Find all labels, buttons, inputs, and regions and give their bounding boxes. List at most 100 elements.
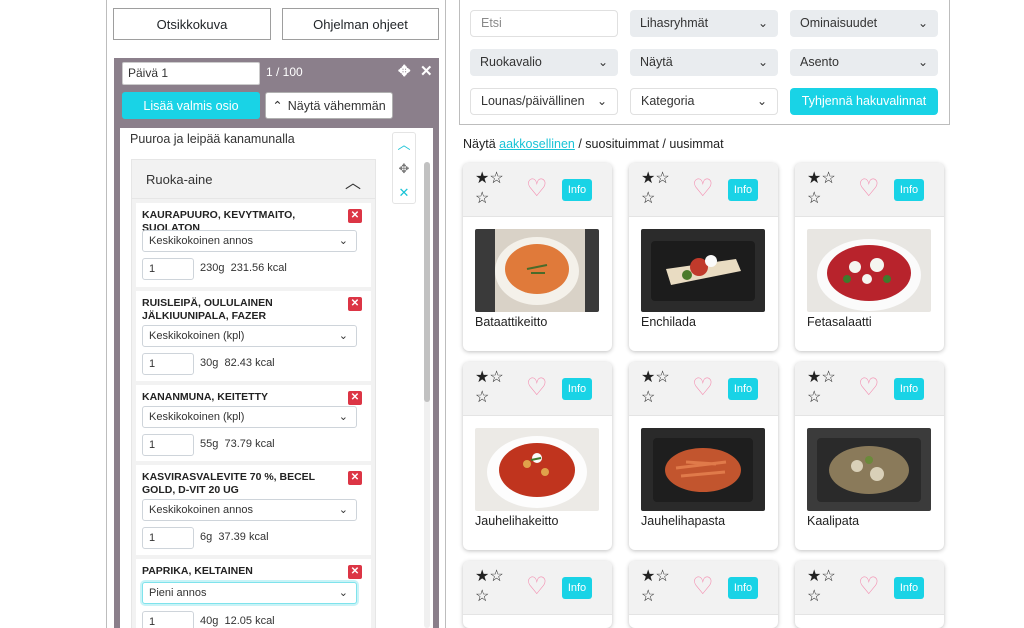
star-empty-icon[interactable]: ☆: [641, 389, 655, 406]
rating-stars[interactable]: ★☆ ☆: [641, 368, 681, 408]
star-filled-icon[interactable]: ★: [641, 369, 655, 386]
delete-icon[interactable]: ✕: [348, 471, 362, 485]
show-less-button[interactable]: ⌃ Näytä vähemmän: [265, 92, 393, 119]
recipe-card[interactable]: ★☆ ☆ ♡ Info Jauhelihapasta: [629, 362, 778, 550]
add-section-button[interactable]: Lisää valmis osio: [122, 92, 260, 119]
delete-icon[interactable]: ✕: [348, 297, 362, 311]
properties-select[interactable]: Ominaisuudet ⌄: [790, 10, 938, 37]
info-button[interactable]: Info: [894, 577, 924, 599]
star-empty-icon[interactable]: ☆: [475, 588, 489, 605]
star-empty-icon[interactable]: ☆: [655, 568, 669, 585]
star-empty-icon[interactable]: ☆: [821, 170, 835, 187]
star-empty-icon[interactable]: ☆: [821, 369, 835, 386]
heart-icon[interactable]: ♡: [692, 575, 714, 599]
star-filled-icon[interactable]: ★: [641, 170, 655, 187]
close-icon[interactable]: ✕: [393, 181, 415, 205]
info-button[interactable]: Info: [728, 179, 758, 201]
move-icon[interactable]: ✥: [398, 62, 411, 80]
recipe-card[interactable]: ★☆ ☆ ♡ Info Jauhelihakeitto: [463, 362, 612, 550]
star-empty-icon[interactable]: ☆: [821, 568, 835, 585]
star-filled-icon[interactable]: ★: [641, 568, 655, 585]
rating-stars[interactable]: ★☆ ☆: [807, 169, 847, 209]
info-button[interactable]: Info: [728, 577, 758, 599]
info-button[interactable]: Info: [894, 378, 924, 400]
star-empty-icon[interactable]: ☆: [807, 190, 821, 207]
recipe-card[interactable]: ★☆ ☆ ♡ Info: [463, 561, 612, 628]
info-button[interactable]: Info: [562, 378, 592, 400]
star-empty-icon[interactable]: ☆: [641, 588, 655, 605]
instructions-button[interactable]: Ohjelman ohjeet: [282, 8, 439, 40]
star-empty-icon[interactable]: ☆: [475, 389, 489, 406]
portion-select[interactable]: Pieni annos ⌄: [142, 582, 357, 604]
quantity-input[interactable]: 1: [142, 434, 194, 456]
diet-select[interactable]: Ruokavalio ⌄: [470, 49, 618, 76]
chevron-up-icon[interactable]: ︿: [393, 133, 415, 157]
star-empty-icon[interactable]: ☆: [655, 369, 669, 386]
rating-stars[interactable]: ★☆ ☆: [641, 169, 681, 209]
heart-icon[interactable]: ♡: [858, 177, 880, 201]
star-empty-icon[interactable]: ☆: [475, 190, 489, 207]
info-button[interactable]: Info: [894, 179, 924, 201]
star-filled-icon[interactable]: ★: [475, 170, 489, 187]
rating-stars[interactable]: ★☆ ☆: [807, 368, 847, 408]
quantity-input[interactable]: 1: [142, 258, 194, 280]
clear-filters-button[interactable]: Tyhjennä hakuvalinnat: [790, 88, 938, 115]
rating-stars[interactable]: ★☆ ☆: [475, 368, 515, 408]
rating-stars[interactable]: ★☆ ☆: [475, 567, 515, 607]
sort-other-options[interactable]: / suosituimmat / uusimmat: [575, 137, 723, 151]
day-name-input[interactable]: Päivä 1: [122, 62, 260, 85]
rating-stars[interactable]: ★☆ ☆: [475, 169, 515, 209]
star-empty-icon[interactable]: ☆: [489, 170, 503, 187]
info-button[interactable]: Info: [562, 577, 592, 599]
star-filled-icon[interactable]: ★: [807, 170, 821, 187]
recipe-card[interactable]: ★☆ ☆ ♡ Info: [629, 561, 778, 628]
heart-icon[interactable]: ♡: [692, 376, 714, 400]
portion-select[interactable]: Keskikokoinen annos ⌄: [142, 230, 357, 252]
scrollbar-thumb[interactable]: [424, 162, 430, 402]
portion-select[interactable]: Keskikokoinen (kpl) ⌄: [142, 406, 357, 428]
star-filled-icon[interactable]: ★: [807, 369, 821, 386]
info-button[interactable]: Info: [562, 179, 592, 201]
star-empty-icon[interactable]: ☆: [807, 588, 821, 605]
recipe-card[interactable]: ★☆ ☆ ♡ Info Enchilada: [629, 163, 778, 351]
delete-icon[interactable]: ✕: [348, 565, 362, 579]
portion-select[interactable]: Keskikokoinen (kpl) ⌄: [142, 325, 357, 347]
portion-select[interactable]: Keskikokoinen annos ⌄: [142, 499, 357, 521]
heart-icon[interactable]: ♡: [526, 376, 548, 400]
delete-icon[interactable]: ✕: [348, 391, 362, 405]
close-icon[interactable]: ✕: [420, 62, 433, 80]
rating-stars[interactable]: ★☆ ☆: [807, 567, 847, 607]
star-empty-icon[interactable]: ☆: [489, 369, 503, 386]
heart-icon[interactable]: ♡: [858, 575, 880, 599]
recipe-card[interactable]: ★☆ ☆ ♡ Info Fetasalaatti: [795, 163, 944, 351]
move-icon[interactable]: ✥: [393, 157, 415, 181]
scrollbar[interactable]: [424, 162, 430, 628]
recipe-card[interactable]: ★☆ ☆ ♡ Info Kaalipata: [795, 362, 944, 550]
position-select[interactable]: Asento ⌄: [790, 49, 938, 76]
recipe-card[interactable]: ★☆ ☆ ♡ Info Bataattikeitto: [463, 163, 612, 351]
muscle-group-select[interactable]: Lihasryhmät ⌄: [630, 10, 778, 37]
category-select[interactable]: Kategoria ⌄: [630, 88, 778, 115]
heart-icon[interactable]: ♡: [858, 376, 880, 400]
cover-image-button[interactable]: Otsikkokuva: [113, 8, 271, 40]
heart-icon[interactable]: ♡: [692, 177, 714, 201]
delete-icon[interactable]: ✕: [348, 209, 362, 223]
star-empty-icon[interactable]: ☆: [641, 190, 655, 207]
show-select[interactable]: Näytä ⌄: [630, 49, 778, 76]
heart-icon[interactable]: ♡: [526, 177, 548, 201]
quantity-input[interactable]: 1: [142, 353, 194, 375]
star-empty-icon[interactable]: ☆: [807, 389, 821, 406]
sort-alphabetical-link[interactable]: aakkosellinen: [499, 137, 575, 151]
star-empty-icon[interactable]: ☆: [655, 170, 669, 187]
meal-type-select[interactable]: Lounas/päivällinen ⌄: [470, 88, 618, 115]
quantity-input[interactable]: 1: [142, 611, 194, 628]
info-button[interactable]: Info: [728, 378, 758, 400]
star-filled-icon[interactable]: ★: [475, 369, 489, 386]
star-filled-icon[interactable]: ★: [807, 568, 821, 585]
star-filled-icon[interactable]: ★: [475, 568, 489, 585]
search-input[interactable]: Etsi: [470, 10, 618, 37]
rating-stars[interactable]: ★☆ ☆: [641, 567, 681, 607]
recipe-card[interactable]: ★☆ ☆ ♡ Info: [795, 561, 944, 628]
ingredient-section-header[interactable]: Ruoka-aine ︿: [131, 159, 376, 199]
star-empty-icon[interactable]: ☆: [489, 568, 503, 585]
